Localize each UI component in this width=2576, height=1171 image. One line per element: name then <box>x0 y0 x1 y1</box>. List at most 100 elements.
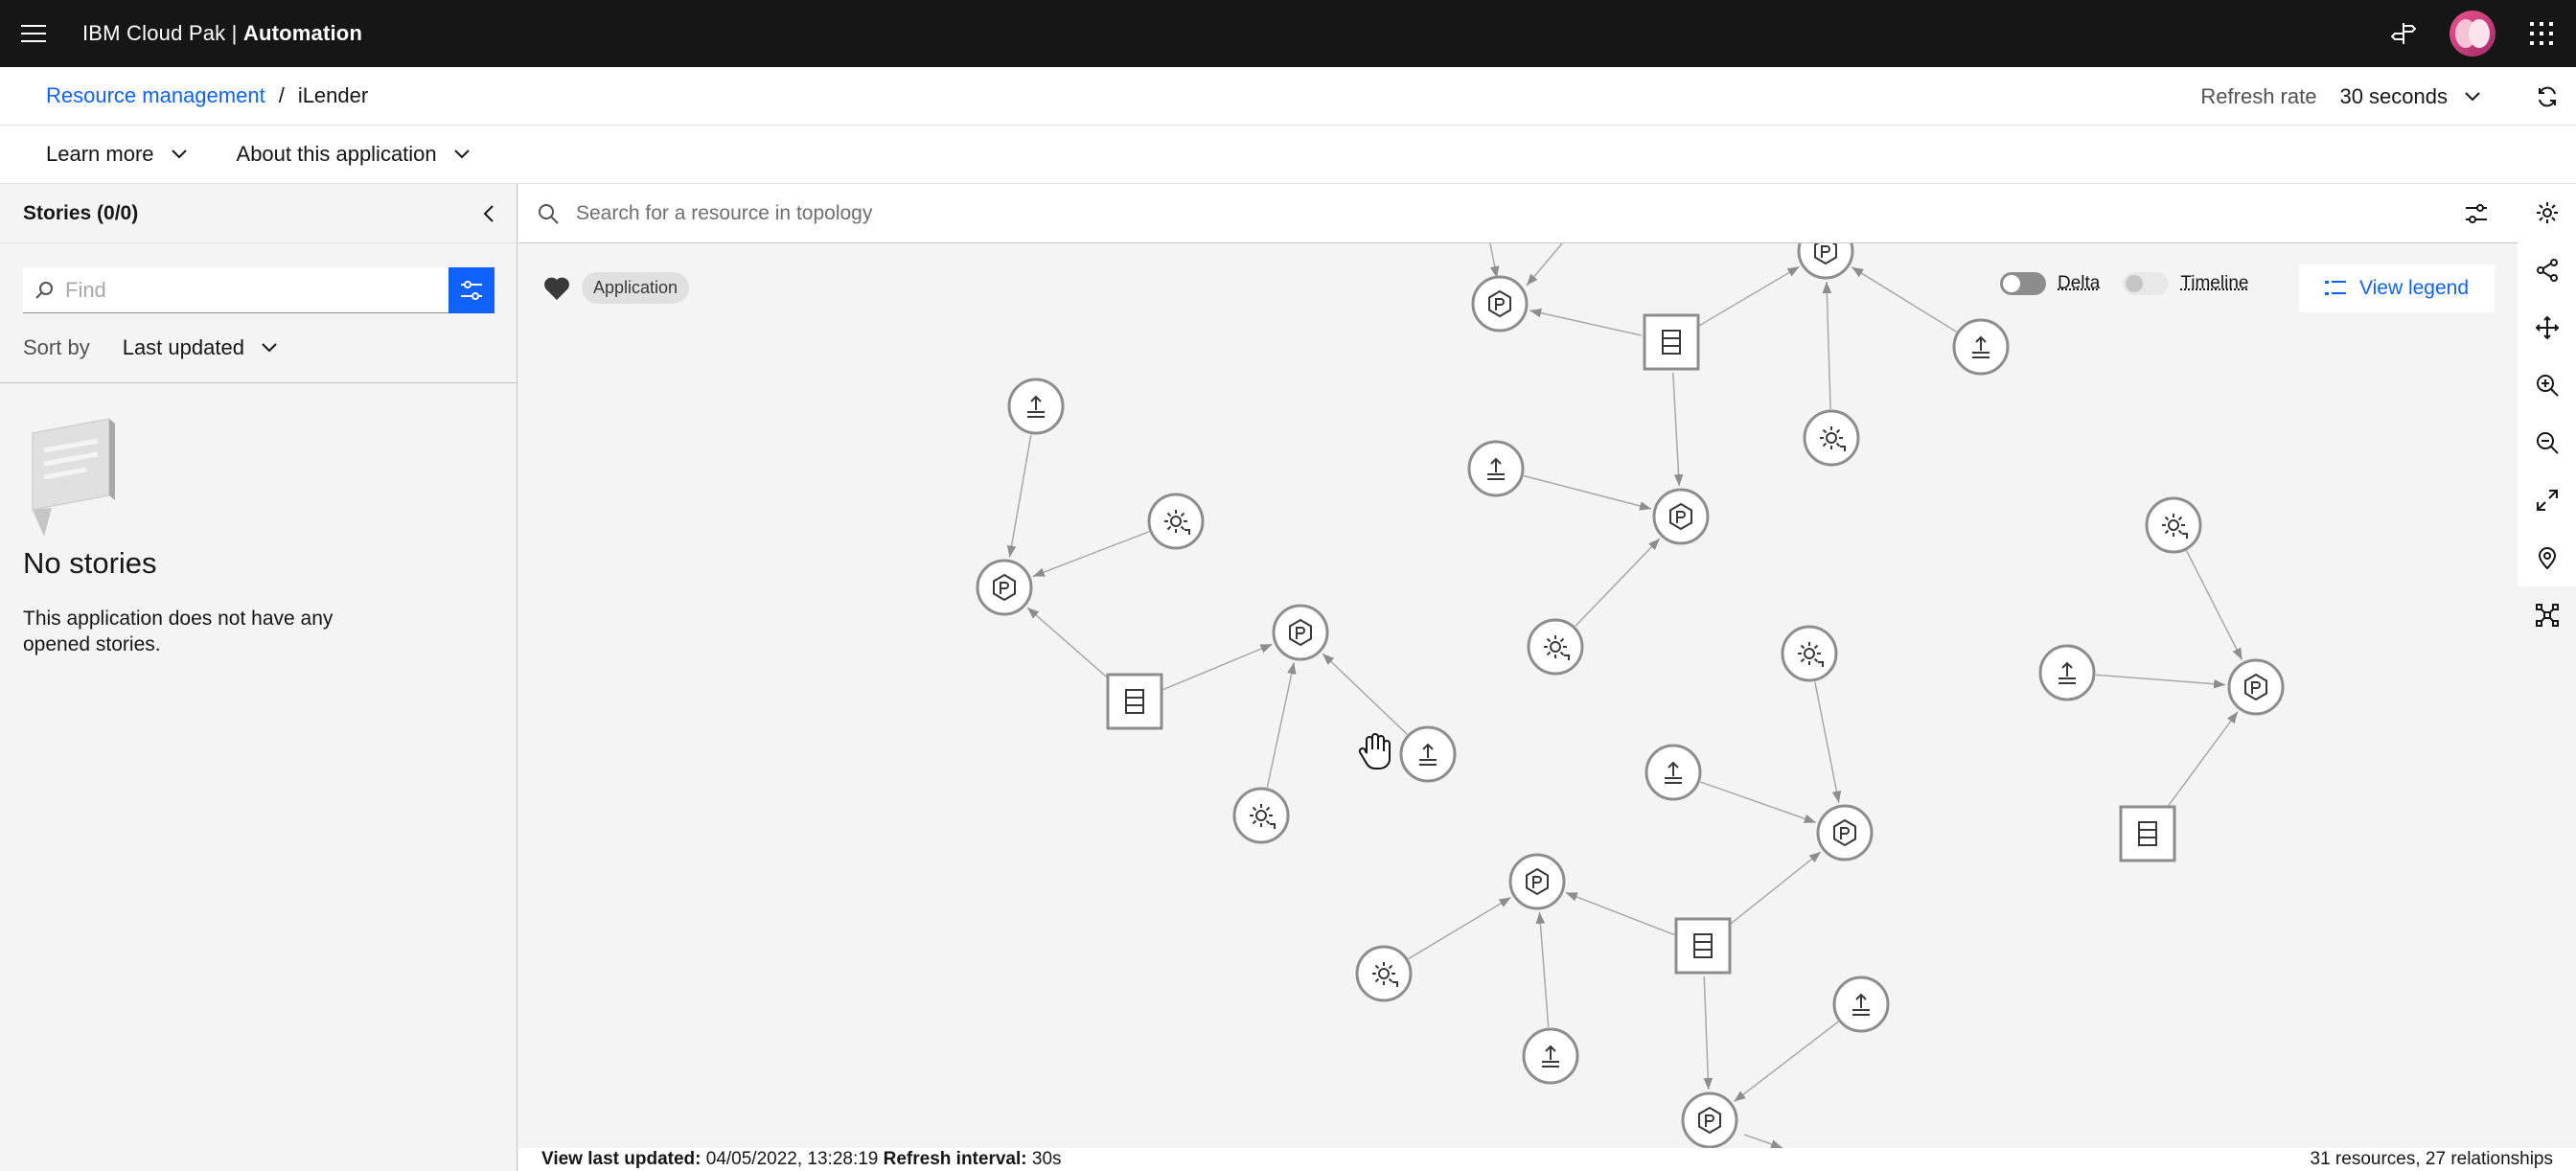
topology-relationship-edge[interactable] <box>1535 911 1550 1028</box>
breadcrumb-resource-management[interactable]: Resource management <box>46 83 265 108</box>
topology-node-service[interactable] <box>2038 644 2096 701</box>
topology-node-service[interactable] <box>1644 744 1702 801</box>
topology-relationship-edge[interactable] <box>2095 674 2226 689</box>
fit-to-screen-icon[interactable] <box>2518 471 2576 529</box>
stories-header: Stories (0/0) <box>0 184 517 243</box>
search-icon <box>539 203 559 224</box>
topology-node-service[interactable] <box>1399 725 1457 783</box>
topology-node-deployment[interactable] <box>1355 945 1413 1002</box>
topology-node-service[interactable] <box>1522 1027 1579 1085</box>
delta-label: Delta <box>2058 273 2101 293</box>
advanced-search-icon[interactable] <box>2460 197 2493 230</box>
zoom-out-icon[interactable] <box>2518 414 2576 471</box>
topology-node-deployment[interactable] <box>2145 496 2202 554</box>
app-switcher-icon[interactable] <box>2507 0 2576 67</box>
sliders-icon <box>461 281 482 300</box>
topology-node-service[interactable] <box>1007 378 1065 435</box>
user-avatar[interactable] <box>2438 0 2507 67</box>
timeline-toggle[interactable] <box>2123 272 2170 295</box>
topology-relationship-edge[interactable] <box>1733 1021 1839 1103</box>
topology-node-pod[interactable] <box>1471 275 1529 333</box>
move-icon[interactable] <box>2518 299 2576 356</box>
learn-more-dropdown[interactable]: Learn more <box>46 142 187 167</box>
topology-node-service[interactable] <box>1467 440 1525 497</box>
topology-relationship-edge[interactable] <box>1726 851 1822 928</box>
topology-relationship-edge[interactable] <box>1530 308 1642 336</box>
share-icon[interactable] <box>2518 241 2576 299</box>
view-legend-button[interactable]: View legend <box>2299 264 2495 312</box>
topology-node-pod[interactable] <box>1508 853 1566 910</box>
topology-relationship-edge[interactable] <box>2185 550 2243 660</box>
list-bulleted-icon <box>2324 281 2346 295</box>
topology-relationship-edge[interactable] <box>1006 434 1032 558</box>
sort-by-label: Sort by <box>23 335 90 359</box>
topology-relationship-edge[interactable] <box>1822 281 1832 410</box>
settings-gear-icon[interactable] <box>2518 184 2576 241</box>
topology-node-pod[interactable] <box>2227 658 2285 716</box>
topology-relationship-edge[interactable] <box>1697 265 1800 328</box>
topology-relationship-edge[interactable] <box>1703 976 1714 1091</box>
topology-node-deployment[interactable] <box>1232 787 1290 844</box>
topology-relationship-edge[interactable] <box>1266 662 1297 788</box>
topology-node-storage[interactable] <box>1674 917 1732 975</box>
topology-relationship-edge[interactable] <box>1032 531 1150 578</box>
topology-relationship-edge[interactable] <box>1743 1134 1783 1148</box>
application-tag[interactable]: Application <box>582 272 690 304</box>
resource-summary: 31 resources, 27 relationships <box>2310 1149 2553 1169</box>
refresh-icon[interactable] <box>2518 68 2576 126</box>
topology-relationship-edge[interactable] <box>1700 781 1817 824</box>
location-pin-icon[interactable] <box>2518 529 2576 586</box>
topology-graph[interactable] <box>518 243 2518 1148</box>
about-application-dropdown[interactable]: About this application <box>237 142 470 167</box>
topology-relationship-edge[interactable] <box>1408 896 1511 960</box>
chevron-down-icon <box>262 343 277 353</box>
topology-relationship-edge[interactable] <box>1851 266 1957 333</box>
refresh-rate-dropdown[interactable]: 30 seconds <box>2339 84 2480 109</box>
filter-stories-button[interactable] <box>448 267 494 313</box>
topology-node-storage[interactable] <box>1643 313 1700 371</box>
topology-relationship-edge[interactable] <box>1523 474 1652 511</box>
zoom-in-icon[interactable] <box>2518 356 2576 414</box>
topology-relationship-edge[interactable] <box>1814 681 1842 803</box>
find-input[interactable] <box>65 277 429 303</box>
find-field <box>23 267 448 313</box>
product-name[interactable]: IBM Cloud Pak | Automation <box>82 21 362 46</box>
topology-relationship-edge[interactable] <box>1489 243 1500 279</box>
topology-relationship-edge[interactable] <box>1672 372 1684 487</box>
topology-node-pod[interactable] <box>1797 243 1854 280</box>
collapse-sidebar-icon[interactable] <box>474 199 503 228</box>
topology-node-service[interactable] <box>1952 318 2010 376</box>
chevron-down-icon <box>453 149 470 159</box>
topology-node-service[interactable] <box>1832 976 1890 1033</box>
topology-node-pod[interactable] <box>1272 604 1329 661</box>
topology-search-input[interactable] <box>576 201 2205 225</box>
hamburger-menu-icon[interactable] <box>0 0 67 67</box>
topology-relationship-edge[interactable] <box>1162 643 1273 691</box>
topology-node-pod[interactable] <box>1816 804 1874 861</box>
delta-toggle[interactable] <box>2000 272 2046 295</box>
topology-relationship-edge[interactable] <box>1565 891 1675 936</box>
topology-node-storage[interactable] <box>2119 805 2176 862</box>
topology-node-pod[interactable] <box>1652 488 1710 545</box>
sidebar-divider <box>0 382 517 383</box>
topology-node-deployment[interactable] <box>1803 409 1860 467</box>
updated-value: 04/05/2022, 13:28:19 <box>705 1149 879 1169</box>
topology-node-deployment[interactable] <box>1781 625 1838 682</box>
topology-node-pod[interactable] <box>976 559 1033 616</box>
topology-node-storage[interactable] <box>1106 673 1163 730</box>
favorite-heart-icon[interactable] <box>543 276 570 301</box>
topology-relationship-edge[interactable] <box>1575 538 1661 627</box>
topology-layout-icon[interactable] <box>2518 586 2576 644</box>
topology-node-deployment[interactable] <box>1527 618 1584 676</box>
topology-relationship-edge[interactable] <box>1526 243 1563 287</box>
learn-more-label: Learn more <box>46 142 154 166</box>
topology-relationship-edge[interactable] <box>1322 653 1408 735</box>
signpost-icon[interactable] <box>2369 0 2438 67</box>
topology-relationship-edge[interactable] <box>1026 607 1113 682</box>
sort-by-value: Last updated <box>122 335 244 359</box>
topology-relationship-edge[interactable] <box>2165 711 2239 810</box>
sort-by-dropdown[interactable]: Last updated <box>123 335 277 360</box>
topology-node-pod[interactable] <box>1681 1091 1738 1148</box>
topology-canvas[interactable]: Application Delta Timeline View legend <box>518 243 2518 1148</box>
topology-node-deployment[interactable] <box>1147 493 1205 550</box>
